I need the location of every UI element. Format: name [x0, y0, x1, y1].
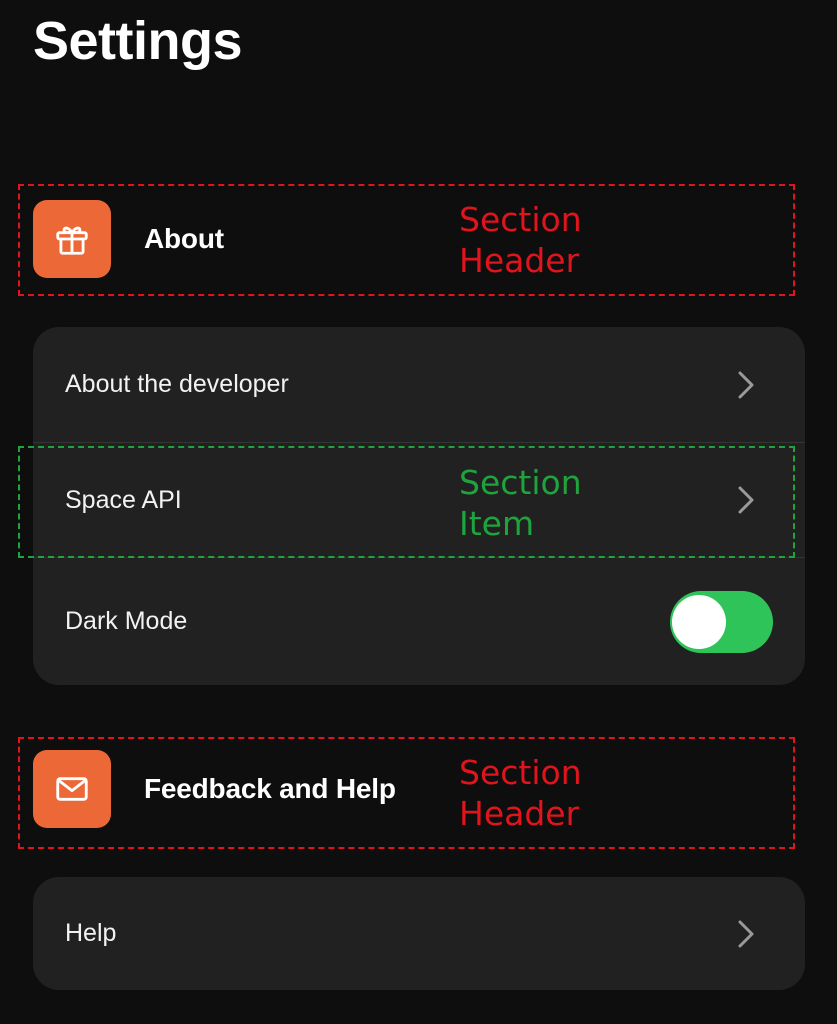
section-header-feedback: Feedback and Help [33, 749, 793, 829]
gift-icon [56, 226, 88, 255]
chevron-right-icon [735, 484, 757, 516]
list-item-label: Space API [65, 485, 182, 514]
list-item-label: About the developer [65, 370, 289, 398]
dark-mode-toggle[interactable] [670, 590, 773, 653]
feedback-icon-tile [33, 750, 111, 828]
list-item-about-developer[interactable]: About the developer [33, 327, 805, 442]
toggle-knob [672, 594, 726, 649]
list-item-dark-mode: Dark Mode [33, 557, 805, 685]
list-item-space-api[interactable]: Space API [33, 442, 805, 557]
feedback-section-card: Help [33, 877, 805, 990]
section-header-label: About [144, 223, 224, 254]
about-section-card: About the developer Space API Dark Mode [33, 327, 805, 685]
section-header-about: About [33, 199, 793, 279]
list-item-label: Dark Mode [65, 607, 188, 635]
list-item-help[interactable]: Help [33, 877, 805, 990]
list-item-label: Help [65, 919, 117, 947]
chevron-right-icon [735, 369, 757, 401]
about-icon-tile [33, 200, 111, 278]
section-header-label: Feedback and Help [144, 773, 396, 804]
mail-icon [56, 777, 88, 801]
page-title: Settings [33, 11, 243, 71]
chevron-right-icon [735, 918, 757, 950]
